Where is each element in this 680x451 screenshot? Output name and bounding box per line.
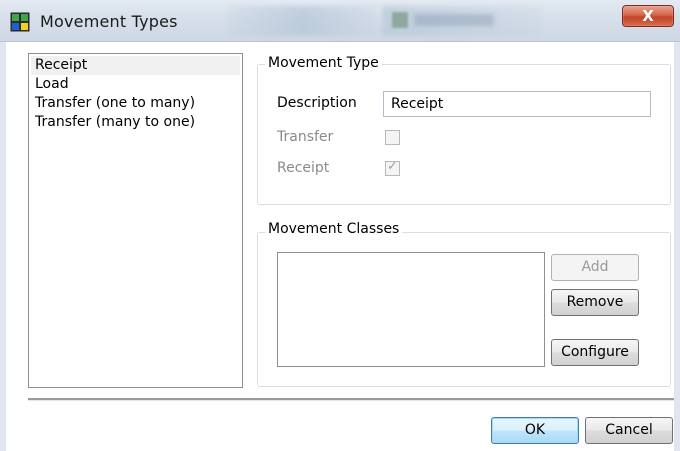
configure-button[interactable]: Configure — [551, 339, 639, 366]
checkmark-icon: ✓ — [387, 159, 398, 174]
movement-type-group-title: Movement Type — [265, 55, 382, 71]
receipt-checkbox[interactable]: ✓ — [385, 159, 400, 176]
footer-separator — [28, 398, 674, 401]
transfer-label: Transfer — [277, 129, 334, 145]
list-item[interactable]: Transfer (many to one) — [31, 113, 240, 132]
background-window-title — [414, 14, 494, 26]
cancel-button[interactable]: Cancel — [585, 417, 673, 444]
window-frame-left — [0, 42, 6, 451]
window-title: Movement Types — [40, 12, 178, 31]
app-grid-icon — [10, 12, 30, 32]
background-window-blur — [228, 6, 378, 36]
close-button[interactable]: X — [622, 5, 674, 27]
list-item[interactable]: Load — [31, 75, 240, 94]
movement-classes-list[interactable] — [277, 252, 545, 367]
receipt-label: Receipt — [277, 160, 330, 176]
remove-button[interactable]: Remove — [551, 289, 639, 316]
window-frame-right — [674, 42, 680, 451]
title-bar: Movement Types X — [0, 0, 680, 42]
movement-classes-group-title: Movement Classes — [265, 221, 403, 237]
movement-types-list[interactable]: Receipt Load Transfer (one to many) Tran… — [28, 53, 243, 388]
list-item[interactable]: Transfer (one to many) — [31, 94, 240, 113]
description-label: Description — [277, 95, 357, 111]
list-item[interactable]: Receipt — [31, 56, 240, 75]
transfer-checkbox[interactable] — [385, 130, 400, 145]
background-window-icon — [392, 12, 408, 28]
ok-button[interactable]: OK — [491, 417, 579, 444]
add-button[interactable]: Add — [551, 254, 639, 281]
description-field[interactable]: Receipt — [383, 91, 651, 117]
